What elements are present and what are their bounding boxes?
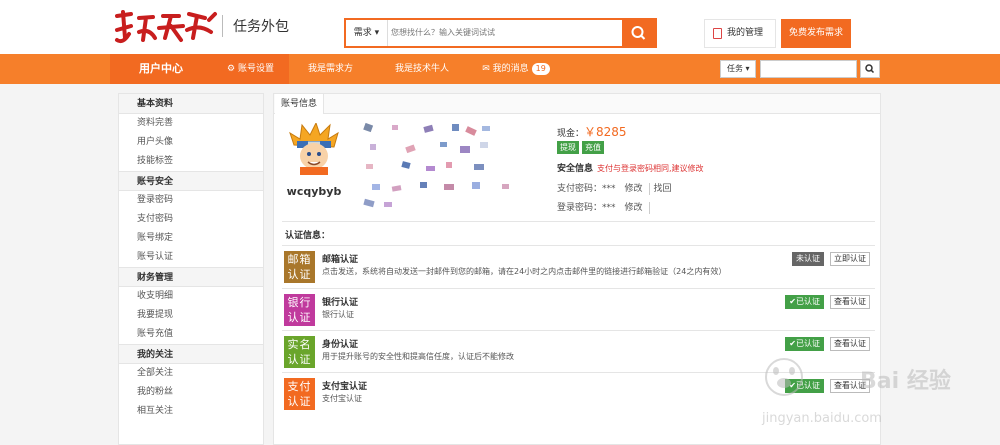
cash-label: 现金：	[557, 129, 585, 139]
nav-demand-side[interactable]: 我是需求方	[289, 54, 372, 84]
sidebar-section-security: 账号安全	[119, 171, 263, 191]
nav-my-messages-label: 我的消息	[492, 64, 529, 74]
auth-desc: 银行认证	[322, 310, 354, 319]
section-divider	[282, 221, 875, 222]
sidebar-item-pay-password[interactable]: 支付密码	[119, 210, 263, 229]
recharge-button[interactable]: 充值	[582, 141, 604, 154]
nav-search-input[interactable]	[760, 60, 857, 78]
document-icon	[713, 28, 722, 39]
auth-desc: 支付宝认证	[322, 394, 362, 403]
auth-desc: 点击发送，系统将自动发送一封邮件到您的邮箱，请在24小时之内点击邮件里的链接进行…	[322, 267, 727, 276]
sidebar-item-income-details[interactable]: 收支明细	[119, 287, 263, 306]
auth-name: 支付宝认证	[322, 382, 368, 392]
auth-name: 邮箱认证	[322, 255, 359, 265]
email-auth-icon: 邮箱认证	[284, 251, 315, 283]
watermark-title: Bai 经验	[860, 369, 951, 394]
nav-search-button[interactable]	[860, 60, 880, 78]
user-avatar[interactable]	[288, 123, 340, 175]
pay-password-label: 支付密码：***	[557, 184, 616, 194]
nav-tech-expert[interactable]: 我是技术牛人	[372, 54, 472, 84]
sidebar-item-skill-tags[interactable]: 技能标签	[119, 152, 263, 171]
zbj-logo[interactable]	[113, 8, 219, 46]
auth-status-badge: ✔已认证	[785, 337, 824, 351]
username: wcqybyb	[286, 185, 342, 198]
bank-auth-icon: 银行认证	[284, 294, 315, 326]
auth-name: 银行认证	[322, 298, 359, 308]
sidebar-section-basic: 基本资料	[119, 94, 263, 114]
sidebar-item-all-follows[interactable]: 全部关注	[119, 364, 263, 383]
site-subtitle: 任务外包	[233, 19, 289, 35]
nav-account-settings-label: 账号设置	[237, 64, 274, 74]
tab-bar: 账号信息	[274, 94, 880, 114]
auth-row-email: 邮箱认证 邮箱认证 点击发送，系统将自动发送一封邮件到您的邮箱，请在24小时之内…	[282, 245, 875, 286]
sidebar-item-avatar[interactable]: 用户头像	[119, 133, 263, 152]
search-box: 需求 ▾	[344, 18, 657, 48]
paw-icon	[765, 358, 803, 396]
sidebar-item-mutual-follows[interactable]: 相互关注	[119, 402, 263, 421]
security-label: 安全信息	[557, 164, 594, 174]
security-warning: 支付与登录密码相同,建议修改	[597, 164, 704, 173]
identity-auth-icon: 实名认证	[284, 336, 315, 368]
sidebar-section-finance: 财务管理	[119, 267, 263, 287]
login-password-row: 登录密码：*** 修改	[557, 200, 654, 214]
baidu-jingyan-watermark: Bai 经验 jingyan.baidu.com	[762, 355, 962, 440]
retrieve-pay-password-link[interactable]: 找回	[654, 184, 672, 194]
sidebar-item-profile[interactable]: 资料完善	[119, 114, 263, 133]
gears-icon: ⚙	[227, 64, 236, 74]
view-auth-button[interactable]: 查看认证	[830, 295, 870, 309]
envelope-icon: ✉	[482, 64, 490, 74]
nav-my-messages[interactable]: ✉ 我的消息 19	[472, 54, 560, 84]
auth-row-bank: 银行认证 银行认证 银行认证 ✔已认证 查看认证	[282, 288, 875, 329]
nav-search-type-select[interactable]: 任务 ▾	[720, 60, 756, 78]
tab-account-info[interactable]: 账号信息	[275, 94, 325, 114]
auth-name: 身份认证	[322, 340, 359, 350]
search-type-label: 需求	[353, 28, 372, 38]
login-password-label: 登录密码：***	[557, 203, 616, 213]
security-info: 安全信息 支付与登录密码相同,建议修改	[557, 161, 704, 174]
message-count-badge: 19	[531, 63, 550, 75]
auth-section-title: 认证信息：	[285, 231, 331, 241]
logo-divider	[222, 15, 223, 37]
auth-desc: 用于提升账号的安全性和提高信任度，认证后不能修改	[322, 352, 514, 361]
pay-password-row: 支付密码：*** 修改 找回	[557, 181, 672, 195]
caret-down-icon: ▾	[745, 64, 750, 73]
cash-balance: 现金：￥8285	[557, 123, 627, 140]
my-management-button[interactable]: 我的管理	[704, 19, 776, 48]
header: 任务外包 需求 ▾ 我的管理 免费发布需求	[0, 0, 1000, 54]
watermark-url: jingyan.baidu.com	[762, 411, 882, 426]
nav-account-settings[interactable]: ⚙ 账号设置	[212, 54, 289, 84]
my-management-label: 我的管理	[726, 28, 763, 38]
search-input[interactable]	[391, 20, 621, 46]
row-divider	[648, 201, 650, 214]
sidebar-item-login-password[interactable]: 登录密码	[119, 191, 263, 210]
cash-value: ￥8285	[584, 125, 627, 139]
search-icon	[631, 26, 646, 40]
row-divider	[648, 182, 650, 195]
sidebar-item-account-binding[interactable]: 账号绑定	[119, 229, 263, 248]
auth-status-badge: 未认证	[792, 252, 824, 266]
sidebar: 基本资料 资料完善 用户头像 技能标签 账号安全 登录密码 支付密码 账号绑定 …	[118, 93, 264, 445]
sidebar-item-my-fans[interactable]: 我的粉丝	[119, 383, 263, 402]
modify-login-password-link[interactable]: 修改	[625, 203, 643, 213]
nav-user-center[interactable]: 用户中心	[110, 54, 212, 84]
alipay-auth-icon: 支付认证	[284, 378, 315, 410]
sidebar-section-follow: 我的关注	[119, 344, 263, 364]
view-auth-button[interactable]: 查看认证	[830, 337, 870, 351]
auth-status-badge: ✔已认证	[785, 295, 824, 309]
post-demand-button[interactable]: 免费发布需求	[781, 19, 851, 48]
withdraw-button[interactable]: 提现	[557, 141, 579, 154]
nav-search-type-label: 任务	[727, 64, 743, 73]
sidebar-item-withdraw[interactable]: 我要提现	[119, 306, 263, 325]
obscured-profile-details	[363, 122, 509, 208]
verify-now-button[interactable]: 立即认证	[830, 252, 870, 266]
search-button[interactable]	[622, 20, 655, 46]
search-icon	[865, 64, 875, 74]
caret-down-icon: ▾	[374, 28, 380, 38]
search-type-dropdown[interactable]: 需求 ▾	[346, 20, 388, 46]
sidebar-item-account-auth[interactable]: 账号认证	[119, 248, 263, 267]
modify-pay-password-link[interactable]: 修改	[625, 184, 643, 194]
sidebar-item-recharge[interactable]: 账号充值	[119, 325, 263, 344]
